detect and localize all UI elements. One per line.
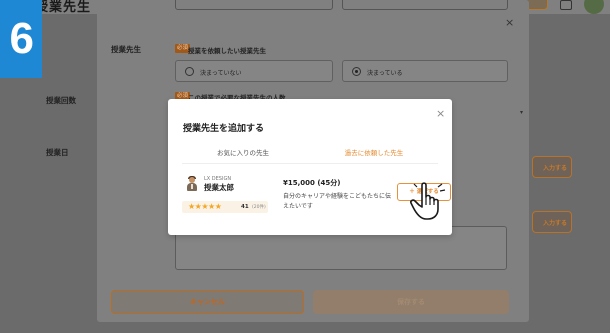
count-label-bg: 授業回数 xyxy=(46,96,76,105)
tab-divider xyxy=(182,163,438,164)
review-count: (20件) xyxy=(252,205,266,210)
step-number-badge: 6 xyxy=(0,0,42,78)
date-input-button-1[interactable]: 入力する xyxy=(532,156,572,178)
teacher-description: 自分のキャリアや経験をこどもたちに伝えたいです xyxy=(283,193,392,210)
cancel-button[interactable]: キャンセル xyxy=(111,290,304,314)
star-rating-icon: ★★★★★ xyxy=(188,202,222,211)
pointing-hand-icon xyxy=(410,182,446,220)
teacher-price: ¥15,000 (45分) xyxy=(283,179,341,187)
teacher-label: 授業先生 xyxy=(111,45,141,54)
radio-selected-icon xyxy=(352,67,361,76)
teacher-card: LX DESIGN 授業太郎 ★★★★★ 41 (20件) ¥15,000 (4… xyxy=(182,171,451,215)
date-label-bg: 授業日 xyxy=(46,148,69,157)
page-title: 授業先生 xyxy=(35,0,92,15)
message-icon[interactable] xyxy=(560,0,572,10)
top-field-right[interactable]: ◎ xyxy=(342,0,508,10)
radio-decided[interactable]: 決まっている xyxy=(342,60,508,82)
close-icon[interactable]: × xyxy=(436,107,445,120)
user-avatar-icon[interactable] xyxy=(584,0,604,14)
count-select[interactable]: ▾ xyxy=(505,105,525,125)
rating-score: 41 xyxy=(241,204,249,210)
outer-close-icon[interactable]: × xyxy=(505,16,514,29)
teacher-question: 授業を依頼したい授業先生 xyxy=(188,47,266,55)
tab-favorite-teachers[interactable]: お気に入りの先生 xyxy=(182,146,304,164)
chevron-down-icon: ▾ xyxy=(519,109,523,116)
top-field-left[interactable]: ◎ xyxy=(175,0,333,10)
save-button[interactable]: 保存する xyxy=(313,290,509,314)
modal-title: 授業先生を追加する xyxy=(183,124,265,134)
radio-icon xyxy=(185,67,194,76)
rating-box: ★★★★★ 41 (20件) xyxy=(182,201,268,213)
teacher-avatar-icon xyxy=(186,176,198,191)
date-input-button-2[interactable]: 入力する xyxy=(532,211,572,233)
teacher-name: 授業太郎 xyxy=(204,183,234,192)
radio-not-decided[interactable]: 決まっていない xyxy=(175,60,333,82)
tab-past-teachers[interactable]: 過去に依頼した先生 xyxy=(310,146,438,164)
